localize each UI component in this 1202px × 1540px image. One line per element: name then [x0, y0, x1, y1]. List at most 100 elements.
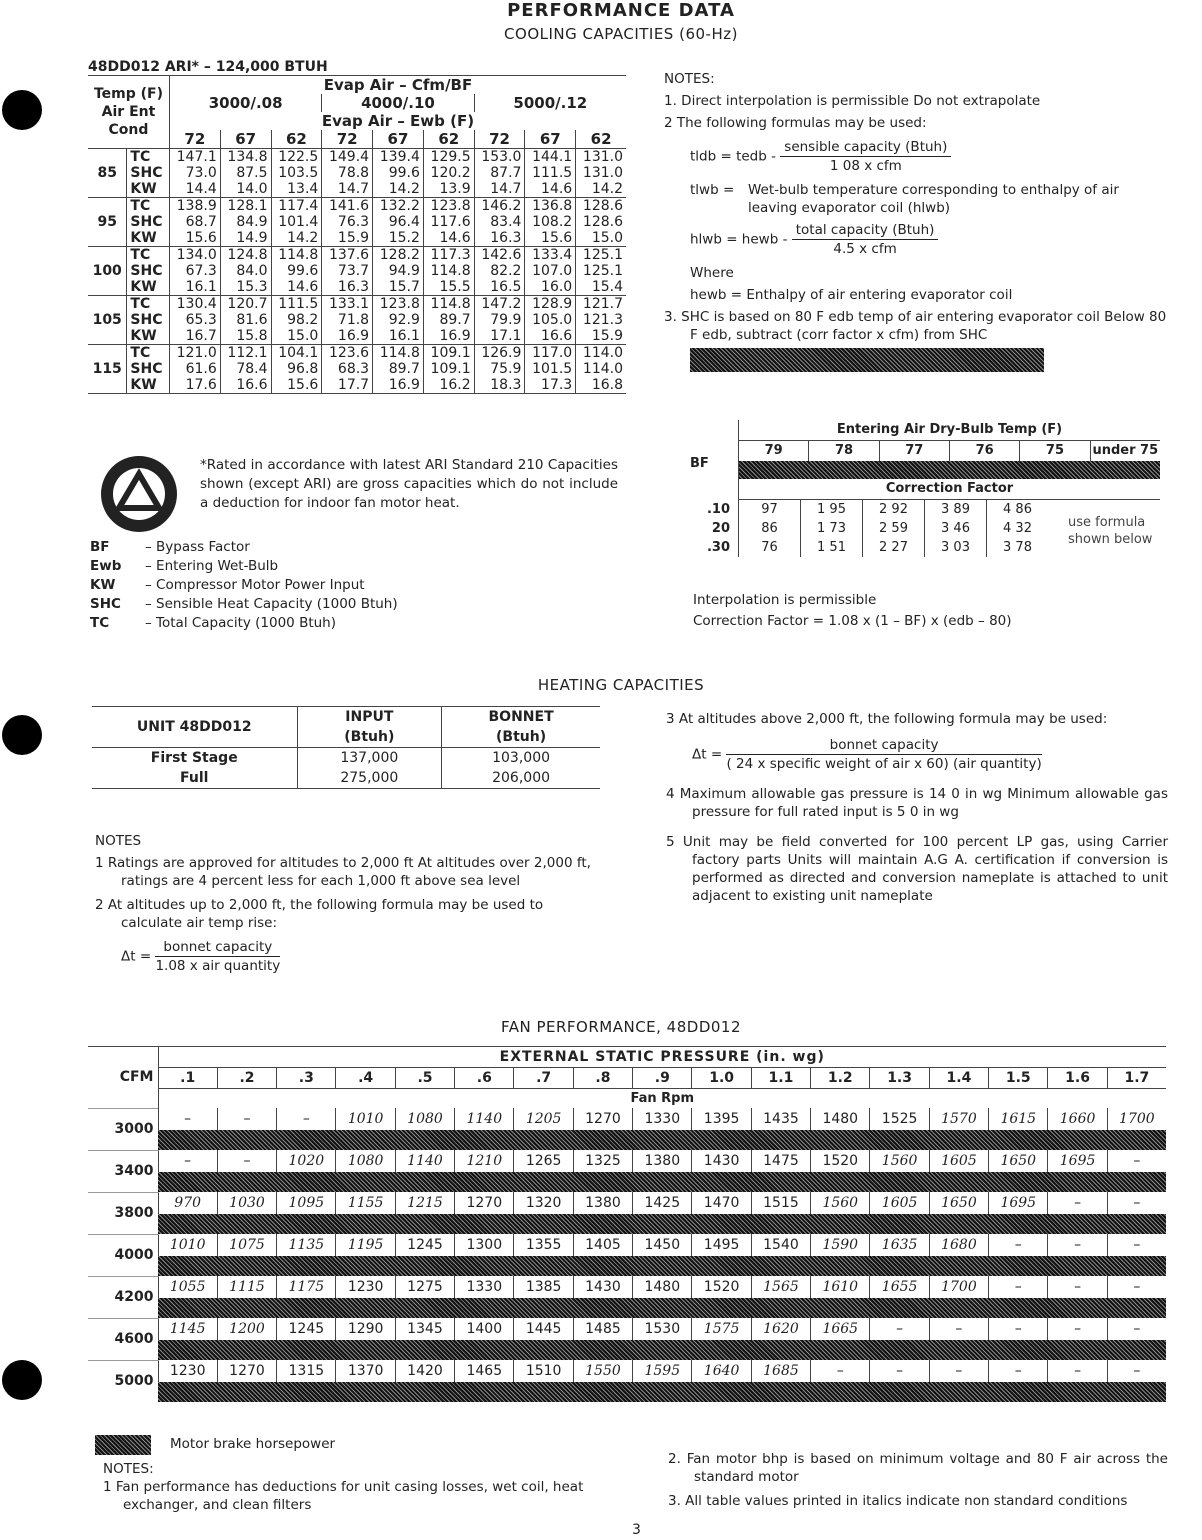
rpm-cell: 1510 [513, 1360, 574, 1382]
rpm-cell: 1380 [572, 1192, 633, 1214]
rpm-cell: 1570 [928, 1108, 989, 1130]
rpm-cell: 1115 [216, 1276, 277, 1298]
cooling-cell: 123.8 [372, 295, 424, 312]
rpm-cell: 1420 [394, 1360, 455, 1382]
cfm-value: 3000 [88, 1107, 158, 1150]
bhp-hatch [158, 1382, 1166, 1402]
heating-row: Full 275,000 206,000 [92, 768, 600, 788]
cooling-cell: 114.8 [422, 295, 475, 312]
bhp-hatch [158, 1340, 1166, 1360]
cooling-cell: 103.5 [270, 165, 322, 181]
cond-temp: 105 [88, 295, 127, 345]
cooling-cell: 117.0 [524, 344, 576, 361]
rpm-cell: 1080 [394, 1108, 455, 1130]
cooling-cell: 14.2 [270, 230, 322, 247]
rpm-cell: – [1047, 1192, 1108, 1214]
rpm-cell: 1300 [454, 1234, 514, 1256]
rpm-cell: – [1106, 1360, 1166, 1382]
bhp-row [88, 1130, 1166, 1150]
cooling-cell: 18.3 [473, 377, 525, 394]
cooling-cell: 139.4 [372, 148, 424, 165]
legend-item: Ewb – Entering Wet-Bulb [90, 557, 398, 576]
rpm-cell: – [928, 1318, 989, 1340]
rpm-cell: 1560 [810, 1192, 870, 1214]
cooling-cell: 16.5 [473, 279, 525, 296]
cooling-cell: 14.2 [575, 181, 626, 198]
cond-temp: 100 [88, 246, 127, 296]
cooling-cell: 17.1 [473, 328, 525, 345]
cooling-cell: 112.1 [219, 344, 272, 361]
cooling-cell: 84.0 [219, 263, 272, 279]
cooling-row: KW 16.7 15.8 15.0 16.9 16.1 16.9 17.1 16.6 15.9 [88, 328, 626, 345]
rpm-cell: 1485 [572, 1318, 633, 1340]
legend-item: BF – Bypass Factor [90, 538, 398, 557]
cooling-cell: 104.1 [270, 344, 322, 361]
rpm-cell: 1140 [394, 1150, 455, 1172]
ewb-header: 72 [168, 130, 221, 149]
rpm-cell: 1530 [632, 1318, 692, 1340]
rpm-cell: 1425 [632, 1192, 692, 1214]
heating-row: First Stage 137,000 103,000 [92, 747, 600, 768]
cooling-unit-label: 48DD012 ARI* – 124,000 BTUH [88, 56, 626, 76]
heating-input: 137,000 [296, 747, 442, 768]
legend-value: – Total Capacity (1000 Btuh) [145, 615, 336, 631]
rpm-cell: – [988, 1234, 1048, 1256]
fan-row: 4600 1145 1200 1245 1290 1345 1400 1445 1485 1530… [88, 1317, 1166, 1360]
rpm-cell: 1245 [394, 1234, 455, 1256]
rpm-cell: 1030 [216, 1192, 277, 1214]
row-label: SHC [126, 312, 170, 328]
legend-hatch-swatch [95, 1435, 151, 1455]
cooling-cell: 149.4 [321, 148, 373, 165]
legend-item: KW – Compressor Motor Power Input [90, 576, 398, 595]
fan-title: FAN PERFORMANCE, 48DD012 [500, 1018, 742, 1036]
rpm-cell: 1475 [750, 1150, 811, 1172]
cooling-cell: 16.7 [168, 328, 221, 345]
cooling-cell: 101.5 [524, 361, 576, 377]
rpm-cell: 1290 [335, 1318, 396, 1340]
rpm-cell: 1270 [572, 1108, 633, 1130]
rpm-cell: 1610 [810, 1276, 870, 1298]
cooling-cell: 15.4 [575, 279, 626, 296]
rpm-cell: 1550 [572, 1360, 633, 1382]
cooling-cell: 114.8 [372, 344, 424, 361]
rpm-cell: – [988, 1318, 1048, 1340]
row-label: TC [126, 295, 170, 312]
cooling-cell: 89.7 [372, 361, 424, 377]
legend-value: – Compressor Motor Power Input [145, 577, 365, 593]
correction-value: 4 86 [986, 500, 1048, 519]
cooling-cell: 114.8 [422, 263, 475, 279]
correction-value: 2 92 [862, 500, 924, 519]
cooling-cell: 15.7 [372, 279, 424, 296]
rpm-cell: – [216, 1108, 277, 1130]
cooling-cell: 84.9 [219, 214, 272, 230]
cooling-row: 85 TC 147.1 134.8 122.5 149.4 139.4 129.5 153.0 1… [88, 148, 626, 198]
rpm-cell: – [1047, 1360, 1108, 1382]
rpm-cell: 1355 [513, 1234, 574, 1256]
esp-header: .4 [335, 1067, 396, 1089]
heating-input: 275,000 [296, 768, 442, 788]
correction-value: 97 [738, 500, 800, 519]
fan-row: 4000 1010 1075 1135 1195 1245 1300 1355 1405 1450… [88, 1233, 1166, 1276]
correction-value: 1 73 [800, 519, 862, 538]
cooling-cell: 147.2 [473, 295, 525, 312]
cooling-cell: 73.0 [168, 165, 221, 181]
rpm-cell: 1445 [513, 1318, 574, 1340]
cooling-cell: 16.9 [321, 328, 373, 345]
rpm-cell: 1470 [691, 1192, 752, 1214]
fan-row: 3400– –1020 1080 1140 1210 1265 1325 1380 1430 14… [88, 1149, 1166, 1192]
correction-value: 1 95 [800, 500, 862, 519]
cond-temp: 115 [88, 344, 127, 394]
cooling-cell: 14.6 [524, 181, 576, 198]
cooling-cell: 15.3 [219, 279, 272, 296]
rpm-cell: 1145 [157, 1318, 218, 1340]
esp-header: .9 [632, 1067, 692, 1089]
page-number: 3 [632, 1522, 641, 1538]
cooling-cell: 121.0 [168, 344, 221, 361]
cooling-cell: 114.0 [575, 344, 626, 361]
esp-header: 1.0 [691, 1067, 752, 1089]
esp-header: .3 [276, 1067, 336, 1089]
bhp-row [88, 1340, 1166, 1360]
cooling-row: 95 TC 138.9 128.1 117.4 141.6 132.2 123.8 146.2 1… [88, 197, 626, 247]
cooling-cell: 122.5 [270, 148, 322, 165]
rpm-cell: 1245 [276, 1318, 336, 1340]
